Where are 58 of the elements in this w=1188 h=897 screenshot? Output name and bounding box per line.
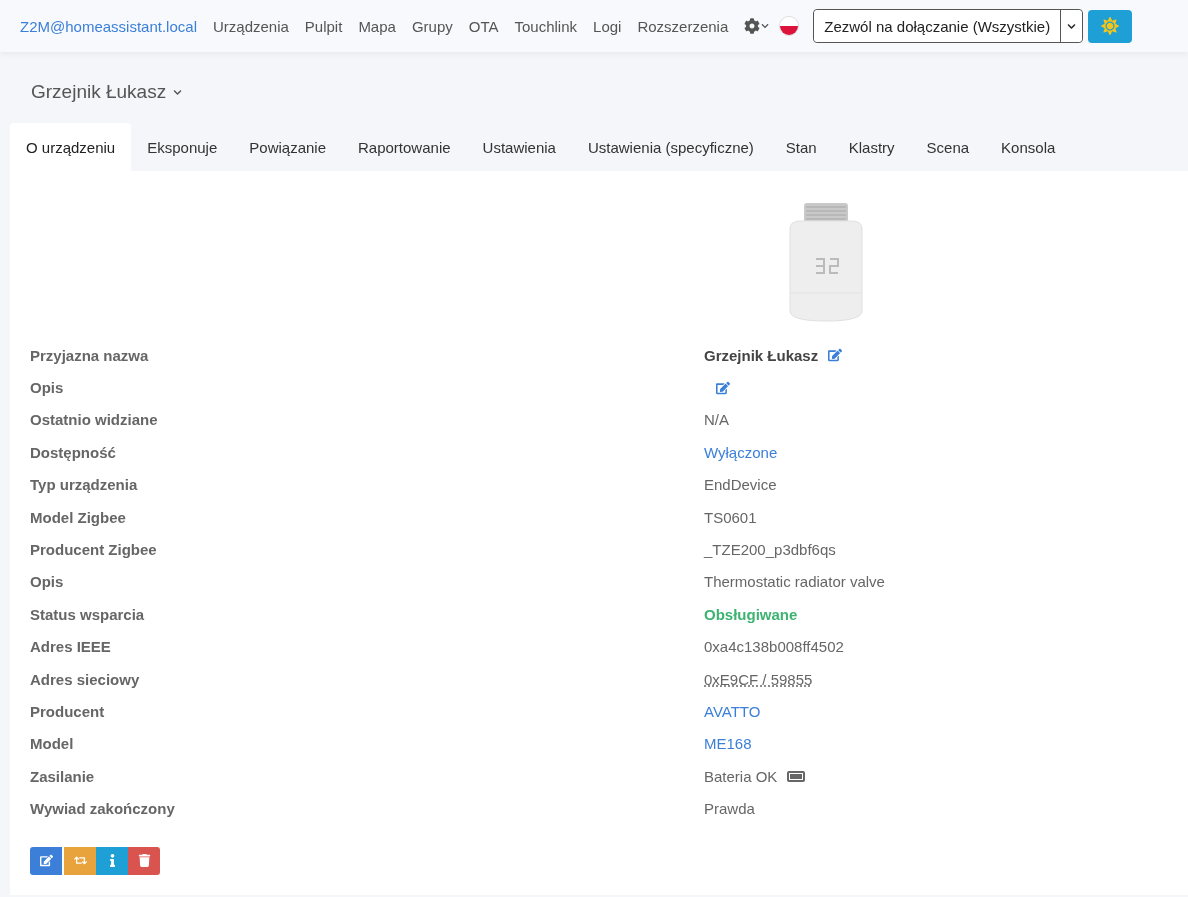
info-button[interactable]	[96, 846, 128, 875]
settings-dropdown[interactable]	[744, 18, 770, 34]
swap-button[interactable]	[64, 846, 96, 875]
detail-value: _TZE200_p3dbf6qs	[704, 541, 836, 559]
detail-value: TS0601	[704, 508, 757, 526]
detail-label: Typ urządzenia	[30, 475, 139, 496]
caret-icon	[761, 22, 770, 30]
detail-label: Przyjazna nazwa	[30, 345, 150, 366]
detail-value: Prawda	[704, 800, 755, 818]
detail-value: Bateria OK	[704, 767, 778, 785]
caret-icon	[173, 87, 183, 97]
detail-label: Ostatnio widziane	[30, 410, 159, 431]
nav-link[interactable]: Touchlink	[506, 17, 586, 35]
tab[interactable]: O urządzeniu	[10, 123, 132, 171]
detail-label: Adres IEEE	[30, 637, 112, 658]
nav-link[interactable]: Rozszerzenia	[629, 17, 737, 35]
device-selector[interactable]: Grzejnik Łukasz	[31, 81, 183, 103]
edit-icon[interactable]	[828, 348, 843, 363]
detail-value[interactable]: Wyłączone	[704, 443, 778, 461]
nav-link[interactable]: Mapa	[350, 17, 404, 35]
nav-link[interactable]: Grupy	[403, 17, 461, 35]
sun-icon	[1101, 17, 1120, 35]
detail-value: Grzejnik Łukasz	[704, 346, 819, 364]
settings-icon	[744, 18, 761, 34]
language-flag-icon[interactable]	[779, 16, 800, 36]
detail-label: Model	[30, 734, 75, 755]
detail-label: Producent Zigbee	[30, 540, 158, 561]
permit-join-button[interactable]: Zezwól na dołączanie (Wszystkie)	[814, 10, 1061, 42]
detail-label: Opis	[30, 572, 65, 593]
detail-label: Wywiad zakończony	[30, 799, 176, 820]
detail-label: Dostępność	[30, 442, 117, 463]
detail-value: Obsługiwane	[704, 605, 798, 623]
nav-link[interactable]: Pulpit	[296, 17, 351, 35]
edit-icon	[39, 854, 53, 868]
detail-label: Model Zigbee	[30, 507, 127, 528]
nav-link[interactable]: Logi	[585, 17, 630, 35]
detail-value: EndDevice	[704, 476, 777, 494]
edit-button[interactable]	[30, 846, 62, 875]
detail-value: Thermostatic radiator valve	[704, 573, 885, 591]
detail-value[interactable]: AVATTO	[704, 703, 761, 720]
detail-label: Status wsparcia	[30, 604, 146, 625]
detail-value: 0xE9CF / 59855	[704, 670, 813, 688]
detail-label: Adres sieciowy	[30, 669, 141, 690]
detail-label: Producent	[30, 702, 106, 722]
brand-link[interactable]: Z2M@homeassistant.local	[20, 17, 197, 35]
detail-value[interactable]: ME168	[704, 735, 752, 753]
nav-link[interactable]: Urządzenia	[204, 17, 297, 35]
detail-value: 0xa4c138b008ff4502	[704, 638, 844, 656]
theme-toggle-button[interactable]	[1088, 9, 1133, 43]
detail-label: Opis	[30, 378, 65, 399]
nav-link[interactable]: OTA	[460, 17, 507, 35]
delete-button[interactable]	[128, 846, 160, 875]
permit-join-caret[interactable]	[1060, 10, 1083, 42]
detail-label: Zasilanie	[30, 766, 96, 787]
detail-value: N/A	[704, 411, 729, 429]
battery-icon	[787, 770, 806, 782]
delete-icon	[137, 854, 151, 868]
edit-icon[interactable]	[716, 380, 730, 395]
